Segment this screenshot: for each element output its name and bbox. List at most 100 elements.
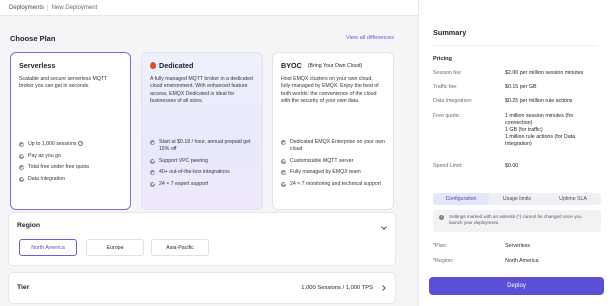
feature-item: Fully managed by EMQX team (281, 169, 387, 176)
plan-name: BYOC (281, 61, 302, 70)
region-heading: Region (17, 222, 41, 229)
pricing-key: Session fee: (433, 70, 463, 76)
main-content: Choose Plan View all differences Serverl… (0, 16, 418, 306)
tier-heading: Tier (17, 284, 30, 291)
feature-item: Pay as you go (19, 153, 124, 160)
config-key: *Plan: (433, 243, 448, 249)
choose-plan-heading: Choose Plan (10, 34, 56, 43)
feature-text: Data Integration (28, 175, 65, 182)
pricing-label: Pricing (433, 56, 452, 62)
breadcrumb-separator: | (47, 4, 49, 11)
plan-title: Dedicated (150, 61, 254, 70)
check-icon (150, 158, 155, 164)
tier-value: 1,000 Sessions / 1,000 TPS (301, 285, 373, 291)
feature-item: Customizable MQTT server (281, 158, 387, 165)
plan-description: Host EMQX clusters on your own cloud, fu… (281, 76, 379, 105)
region-option-europe[interactable]: Europe (86, 239, 144, 256)
check-icon (150, 181, 155, 187)
plan-description: Scalable and secure serverless MQTT brok… (19, 76, 108, 90)
summary-panel: Summary Pricing Session fee: $2.00 per m… (418, 0, 612, 306)
pricing-value: $2.00 per million session minutes (505, 70, 584, 76)
pricing-value: $0.25 per million rule actions (505, 98, 573, 104)
pricing-key: Spend Limit: (433, 163, 463, 169)
check-icon (281, 140, 286, 145)
plan-title: Serverless (19, 61, 122, 70)
plan-features: Dedicated EMQX Enterprise on your own cl… (281, 139, 387, 192)
config-value: North America (505, 258, 539, 264)
check-icon (281, 170, 286, 175)
breadcrumb: Deployments | New Deployment (0, 0, 418, 16)
pricing-value: 1 million rule actions (for Data Integra… (505, 134, 576, 147)
deploy-button[interactable]: Deploy (429, 277, 604, 295)
pricing-value-group: 1 million session minutes (for connectio… (505, 113, 601, 148)
feature-text: Customizable MQTT server (290, 157, 354, 164)
summary-tabs: Configuration Usage limits Uptime SLA (433, 193, 601, 205)
pricing-value: 1 GB (for traffic) (505, 127, 543, 133)
check-icon (150, 140, 155, 145)
feature-text: 40+ out-of-the-box integrations (159, 169, 230, 175)
feature-text: 24 × 7 monitoring and technical support (290, 180, 381, 187)
feature-item: Start at $0.18 / hour, annual prepaid ge… (150, 139, 256, 153)
region-option-north-america[interactable]: North America (19, 239, 77, 256)
plan-name: Dedicated (159, 61, 194, 70)
config-row-region: *Region: North America (433, 258, 601, 265)
check-icon (19, 165, 24, 170)
config-value: Serverless (505, 243, 531, 249)
plan-card-byoc[interactable]: BYOC (Bring Your Own Cloud) Host EMQX cl… (272, 52, 394, 210)
tier-section[interactable]: Tier 1,000 Sessions / 1,000 TPS (8, 272, 396, 304)
feature-item: 24 × 7 monitoring and technical support (281, 181, 387, 188)
region-option-asia-pacific[interactable]: Asia-Pacific (151, 239, 209, 256)
plan-subtitle: (Bring Your Own Cloud) (307, 62, 363, 69)
divider (433, 45, 598, 46)
view-all-differences-link[interactable]: View all differences (346, 35, 394, 41)
settings-notice: i Settings marked with an asterisk (*) c… (433, 210, 601, 232)
check-icon (150, 170, 155, 175)
config-key: *Region: (433, 258, 454, 264)
pricing-value: $0.15 per GB (505, 84, 537, 90)
plan-name: Serverless (19, 61, 56, 70)
tab-uptime-sla[interactable]: Uptime SLA (545, 193, 601, 205)
breadcrumb-current: New Deployment (51, 4, 98, 11)
feature-text: Support VPC peering (159, 157, 209, 164)
pricing-row-data-integration: Data Integration: $0.25 per million rule… (433, 98, 601, 105)
feature-item: Total free under free quota (19, 164, 124, 171)
pricing-row-free-quota: Free quota: 1 million session minutes (f… (433, 113, 601, 148)
pricing-row-traffic-fee: Traffic fee: $0.15 per GB (433, 84, 601, 91)
pricing-row-session-fee: Session fee: $2.00 per million session m… (433, 70, 601, 77)
check-icon (19, 176, 24, 182)
tab-configuration[interactable]: Configuration (433, 193, 489, 205)
feature-item: Up to 1,000 sessions? (19, 141, 124, 148)
feature-item: 24 × 7 expert support (150, 181, 256, 188)
help-icon[interactable]: ? (78, 141, 84, 146)
chevron-right-icon[interactable] (380, 285, 386, 291)
check-icon (19, 153, 24, 159)
config-row-plan: *Plan: Serverless (433, 243, 601, 250)
region-section: Region North America Europe Asia-Pacific (8, 212, 396, 266)
pricing-key: Free quota: (433, 113, 461, 119)
plan-card-dedicated[interactable]: Dedicated A fully managed MQTT broker in… (141, 52, 263, 210)
plan-card-serverless[interactable]: Serverless Scalable and secure serverles… (10, 52, 131, 210)
pricing-value: $0.00 (505, 163, 519, 169)
info-icon: i (439, 215, 444, 220)
plan-features: Up to 1,000 sessions? Pay as you go Tota… (19, 141, 124, 187)
feature-item: Support VPC peering (150, 158, 256, 165)
feature-text: Up to 1,000 sessions (28, 141, 77, 147)
plan-features: Start at $0.18 / hour, annual prepaid ge… (150, 139, 256, 192)
fire-icon (150, 62, 156, 69)
feature-text: Pay as you go (28, 152, 61, 159)
pricing-row-spend-limit: Spend Limit: $0.00 (433, 163, 601, 170)
feature-item: Data Integration (19, 176, 124, 183)
check-icon (281, 181, 286, 187)
feature-item: Dedicated EMQX Enterprise on your own cl… (281, 139, 387, 153)
check-icon (281, 158, 286, 164)
feature-text: 24 × 7 expert support (159, 180, 209, 187)
feature-text: Total free under free quota (28, 164, 89, 170)
plan-title: BYOC (Bring Your Own Cloud) (281, 61, 385, 70)
breadcrumb-deployments-link[interactable]: Deployments (9, 5, 44, 11)
chevron-down-icon[interactable] (381, 224, 387, 230)
check-icon (19, 142, 24, 147)
notice-text: Settings marked with an asterisk (*) can… (449, 214, 582, 225)
tab-usage-limits[interactable]: Usage limits (489, 193, 545, 205)
feature-text: Dedicated EMQX Enterprise on your own cl… (290, 139, 385, 152)
pricing-key: Data Integration: (433, 98, 473, 104)
